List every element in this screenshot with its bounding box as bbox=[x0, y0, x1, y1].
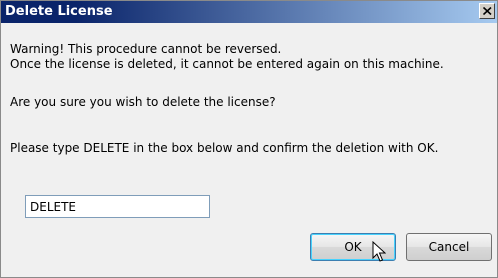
warning-text-line-2: Once the license is deleted, it cannot b… bbox=[10, 57, 444, 71]
title-bar[interactable]: Delete License bbox=[1, 1, 497, 23]
delete-confirmation-input[interactable] bbox=[25, 195, 210, 218]
mouse-pointer-icon bbox=[372, 241, 386, 262]
instruction-text: Please type DELETE in the box below and … bbox=[10, 141, 439, 155]
confirm-question: Are you sure you wish to delete the lice… bbox=[10, 95, 276, 109]
cancel-button[interactable]: Cancel bbox=[406, 233, 492, 261]
close-icon bbox=[483, 7, 492, 15]
warning-text-line-1: Warning! This procedure cannot be revers… bbox=[10, 42, 282, 56]
close-button[interactable] bbox=[479, 3, 495, 19]
delete-license-dialog: Delete License Warning! This procedure c… bbox=[0, 0, 498, 278]
window-title: Delete License bbox=[5, 4, 113, 19]
